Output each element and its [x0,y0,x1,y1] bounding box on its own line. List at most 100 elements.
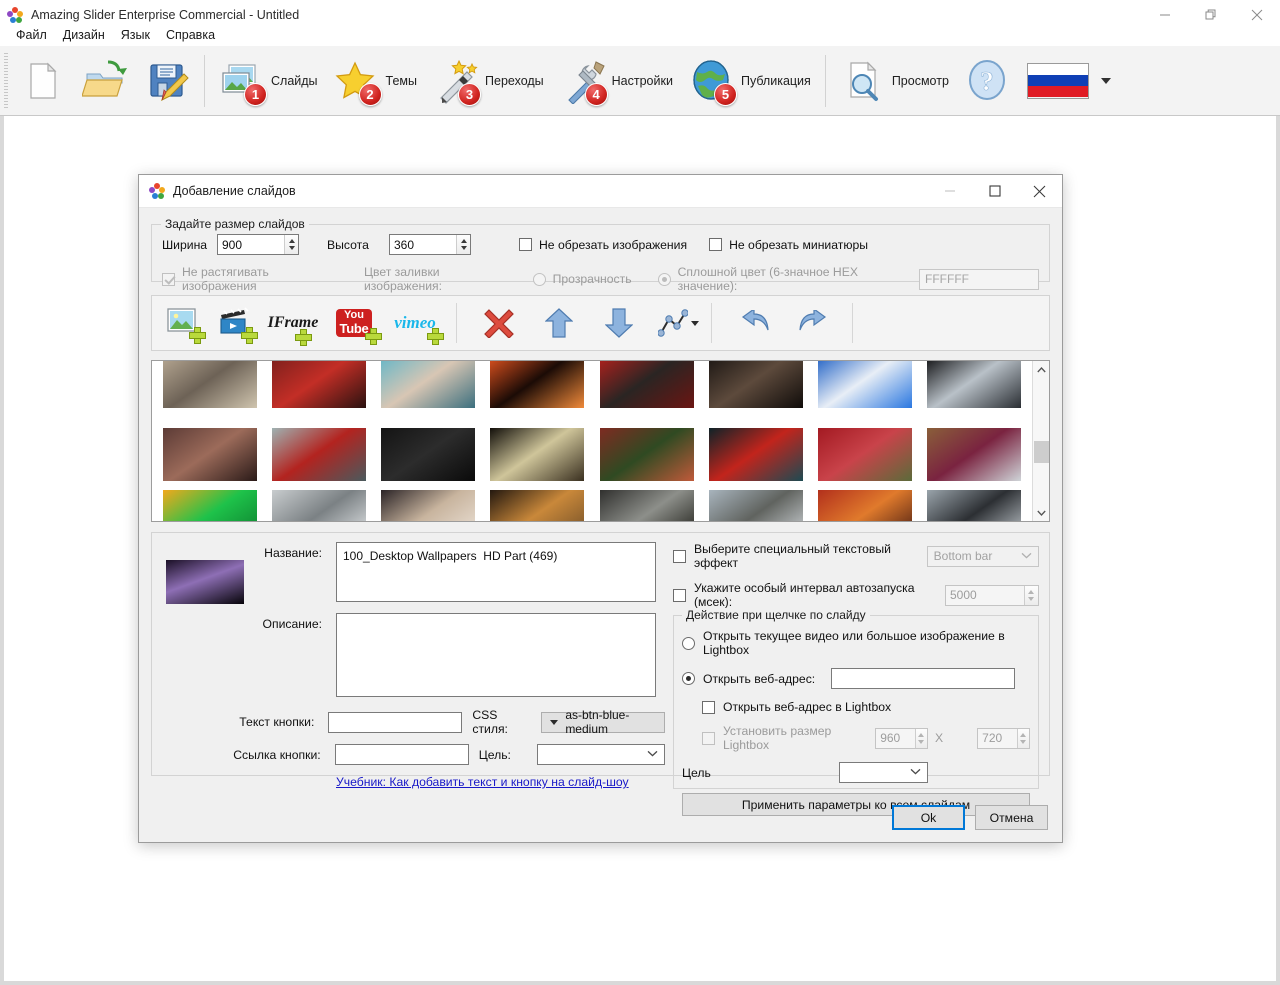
css-style-dropdown[interactable]: as-btn-blue-medium [541,708,665,736]
open-url-radio[interactable] [682,672,695,685]
open-project-button[interactable] [74,51,136,111]
add-youtube-button[interactable]: You Tube [324,300,384,346]
lightbox-height-stepper[interactable] [977,727,1030,749]
undo-button[interactable] [728,300,780,346]
width-stepper[interactable] [217,234,299,255]
settings-button[interactable]: 4 Настройки [552,51,681,111]
autoplay-interval-checkbox[interactable] [673,588,686,602]
dialog-minimize-icon[interactable] [927,175,972,207]
preview-button[interactable]: Просмотр [832,51,957,111]
lightbox-height-input[interactable] [978,728,1017,748]
thumbnail-red-canyon-sunset[interactable] [818,489,913,521]
add-video-button[interactable] [210,300,262,346]
thumbnail-football-goal[interactable] [818,361,913,408]
thumbnail-desert-road[interactable] [162,361,257,408]
thumbnail-red-speedometer[interactable] [490,361,585,408]
slides-button[interactable]: 1 Слайды [211,51,326,111]
thumbnail-scrollbar[interactable] [1032,361,1049,521]
thumbnail-red-car-wheel[interactable] [271,361,366,408]
thumbnail-girl-headphones[interactable] [927,427,1022,481]
thumbnail-revolver-gun[interactable] [599,489,694,521]
cancel-button[interactable]: Отмена [975,805,1048,830]
width-input[interactable] [218,235,285,254]
scroll-down-icon[interactable] [1033,504,1050,521]
open-url-in-lightbox-checkbox[interactable] [702,700,715,714]
menu-design[interactable]: Дизайн [55,26,113,44]
thumbnail-dark-car-lights[interactable] [708,427,803,481]
tutorial-link[interactable]: Учебник: Как добавить текст и кнопку на … [336,775,629,789]
button-text-input[interactable] [328,711,463,733]
thumbnail-fantasy-dolls[interactable] [162,427,257,481]
height-spin-arrows[interactable] [456,235,470,254]
menu-file[interactable]: Файл [8,26,55,44]
scrollbar-thumb[interactable] [1033,441,1049,463]
thumbnail-dark-hands[interactable] [708,361,803,408]
scrollbar-track[interactable] [1033,378,1050,504]
thumbnail-red-car-reflection[interactable] [271,427,366,481]
scroll-up-icon[interactable] [1033,361,1050,378]
thumbnail-woman-pool[interactable] [381,361,476,408]
thumbnail-red-sportscar[interactable] [599,361,694,408]
chevron-down-icon[interactable] [1100,77,1111,84]
language-selector[interactable] [1019,51,1119,111]
slides-thumbnail-list[interactable] [151,360,1050,522]
hex-color-input[interactable] [919,268,1040,290]
thumbnail-night-road-light[interactable] [490,427,585,481]
solid-color-radio[interactable] [657,272,671,286]
autoplay-spin-arrows[interactable] [1023,585,1038,605]
button-link-input[interactable] [334,744,469,765]
dialog-close-icon[interactable] [1017,175,1062,207]
lightbox-width-stepper[interactable] [875,727,929,749]
thumbnail-saxophone-player[interactable] [490,489,585,521]
delete-slide-button[interactable] [473,300,525,346]
height-label: Высота [327,237,369,252]
new-project-button[interactable] [12,51,74,111]
add-vimeo-button[interactable]: vimeo [384,300,446,346]
dialog-maximize-icon[interactable] [972,175,1017,207]
set-lightbox-size-checkbox[interactable] [702,731,715,745]
no-crop-thumbs-checkbox[interactable] [709,238,723,251]
redo-button[interactable] [788,300,840,346]
thumbnail-white-motorcycle[interactable] [271,489,366,521]
thumbnail-green-gold-lake[interactable] [162,489,257,521]
thumbnail-dark-stripes[interactable] [381,427,476,481]
add-image-button[interactable] [158,300,210,346]
no-stretch-images-checkbox[interactable] [162,272,175,286]
sort-slides-button[interactable] [653,300,693,346]
no-crop-images-checkbox[interactable] [519,238,532,251]
thumbnail-motorcycle-road[interactable] [927,489,1022,521]
lightbox-width-input[interactable] [876,728,915,748]
height-stepper[interactable] [389,234,471,255]
move-down-button[interactable] [593,300,645,346]
thumbnail-bird-blur[interactable] [708,489,803,521]
transitions-button[interactable]: 3 Переходы [425,51,552,111]
menu-language[interactable]: Язык [113,26,158,44]
thumbnail-redhead-woman[interactable] [599,427,694,481]
lightbox-width-spin-arrows[interactable] [914,728,928,748]
text-effect-dropdown[interactable]: Bottom bar [926,545,1039,567]
width-spin-arrows[interactable] [284,235,298,254]
autoplay-interval-stepper[interactable] [945,584,1039,606]
open-url-input[interactable] [831,668,1016,689]
add-iframe-button[interactable]: IFrame [262,300,324,346]
ok-button[interactable]: Ok [892,805,965,830]
autoplay-interval-input[interactable] [946,585,1024,605]
menu-help[interactable]: Справка [158,26,223,44]
lightbox-target-dropdown[interactable] [838,762,928,783]
thumbnail-red-flowers[interactable] [818,427,913,481]
text-effect-checkbox[interactable] [673,549,686,563]
save-project-button[interactable] [136,51,198,111]
themes-button[interactable]: 2 Темы [326,51,425,111]
target-dropdown[interactable] [536,744,665,765]
description-input[interactable] [336,613,656,697]
transparency-radio[interactable] [532,272,546,286]
help-button[interactable]: ? [957,51,1019,111]
lightbox-height-spin-arrows[interactable] [1016,728,1029,748]
open-lightbox-radio[interactable] [682,636,695,650]
title-input[interactable] [336,542,656,602]
thumbnail-smoke-hands[interactable] [927,361,1022,408]
move-up-button[interactable] [533,300,585,346]
height-input[interactable] [390,235,457,254]
thumbnail-brunette-woman[interactable] [381,489,476,521]
publish-button[interactable]: 5 Публикация [681,51,819,111]
